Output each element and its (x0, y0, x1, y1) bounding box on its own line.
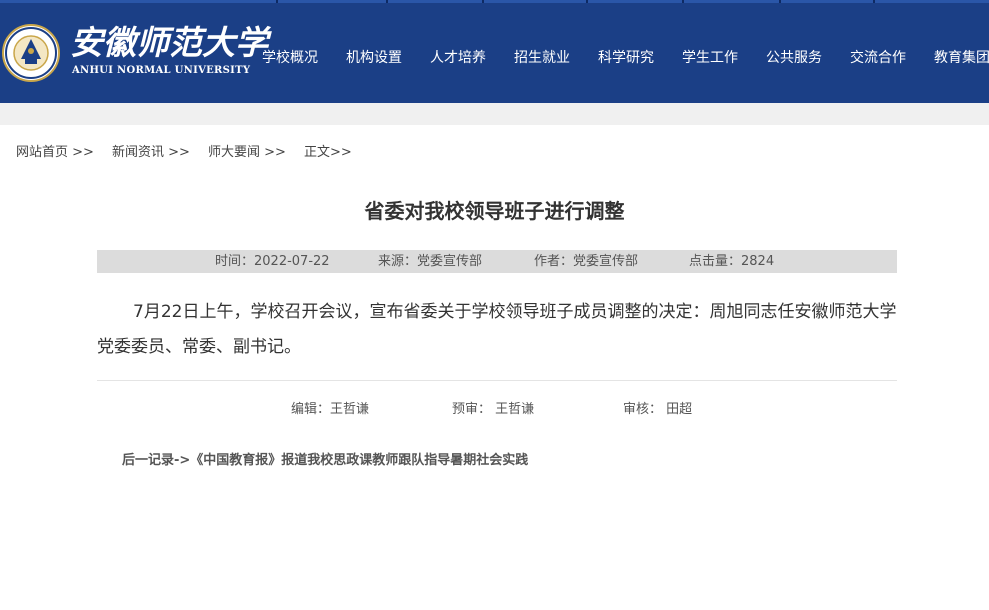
breadcrumb-headlines[interactable]: 师大要闻 >> (208, 144, 286, 162)
nav-item-public-services[interactable]: 公共服务 (766, 48, 822, 68)
header-stripe-tick (386, 0, 388, 3)
editor-text: 编辑：王哲谦 (291, 402, 370, 417)
nav-item-admissions[interactable]: 招生就业 (514, 48, 570, 68)
article-container: 网站首页 >> 新闻资讯 >> 师大要闻 >> 正文>> 省委对我校领导班子进行… (0, 125, 989, 610)
preview-text: 预审： 王哲谦 (452, 402, 535, 417)
nav-item-about[interactable]: 学校概况 (262, 48, 318, 68)
next-record: 后一记录->《中国教育报》报道我校思政课教师跟队指导暑期社会实践 (122, 452, 528, 470)
header-stripe-tick (873, 0, 875, 3)
nav-item-exchange[interactable]: 交流合作 (850, 48, 906, 68)
article-title: 省委对我校领导班子进行调整 (364, 199, 625, 223)
breadcrumb-news[interactable]: 新闻资讯 >> (112, 144, 190, 162)
logo-english-name: ANHUI NORMAL UNIVERSITY (72, 65, 251, 76)
article-divider (97, 380, 897, 381)
article-meta-bar: 时间：2022-07-22 来源：党委宣传部 作者：党委宣传部 点击量：2824 (97, 250, 897, 273)
header-stripe-tick (276, 0, 278, 3)
nav-item-departments[interactable]: 机构设置 (346, 48, 402, 68)
review-text: 审核： 田超 (623, 402, 693, 417)
next-record-link[interactable]: 《中国教育报》报道我校思政课教师跟队指导暑期社会实践 (190, 453, 528, 468)
header-stripe-tick (779, 0, 781, 3)
logo-chinese-name: 安徽师范大学 (70, 23, 268, 62)
meta-author: 作者：党委宣传部 (534, 254, 639, 269)
header-top-stripe (0, 0, 989, 3)
meta-source: 来源：党委宣传部 (378, 254, 483, 269)
meta-clicks: 点击量：2824 (689, 254, 775, 269)
site-header: 安徽师范大学 ANHUI NORMAL UNIVERSITY 学校概况 机构设置… (0, 0, 989, 103)
nav-item-education-group[interactable]: 教育集团 (934, 48, 989, 68)
header-stripe-tick (482, 0, 484, 3)
nav-item-research[interactable]: 科学研究 (598, 48, 654, 68)
article-editors: 编辑：王哲谦 预审： 王哲谦 审核： 田超 (0, 401, 989, 419)
university-seal-icon (2, 24, 60, 82)
nav-item-student-affairs[interactable]: 学生工作 (682, 48, 738, 68)
header-stripe-tick (586, 0, 588, 3)
next-record-label: 后一记录-> (122, 453, 191, 468)
breadcrumb-current[interactable]: 正文>> (304, 144, 352, 162)
article-body: 7月22日上午，学校召开会议，宣布省委关于学校领导班子成员调整的决定：周旭同志任… (97, 302, 897, 357)
breadcrumb-home[interactable]: 网站首页 >> (16, 144, 94, 162)
meta-time: 时间：2022-07-22 (215, 254, 330, 269)
nav-item-education[interactable]: 人才培养 (430, 48, 486, 68)
header-stripe-tick (682, 0, 684, 3)
